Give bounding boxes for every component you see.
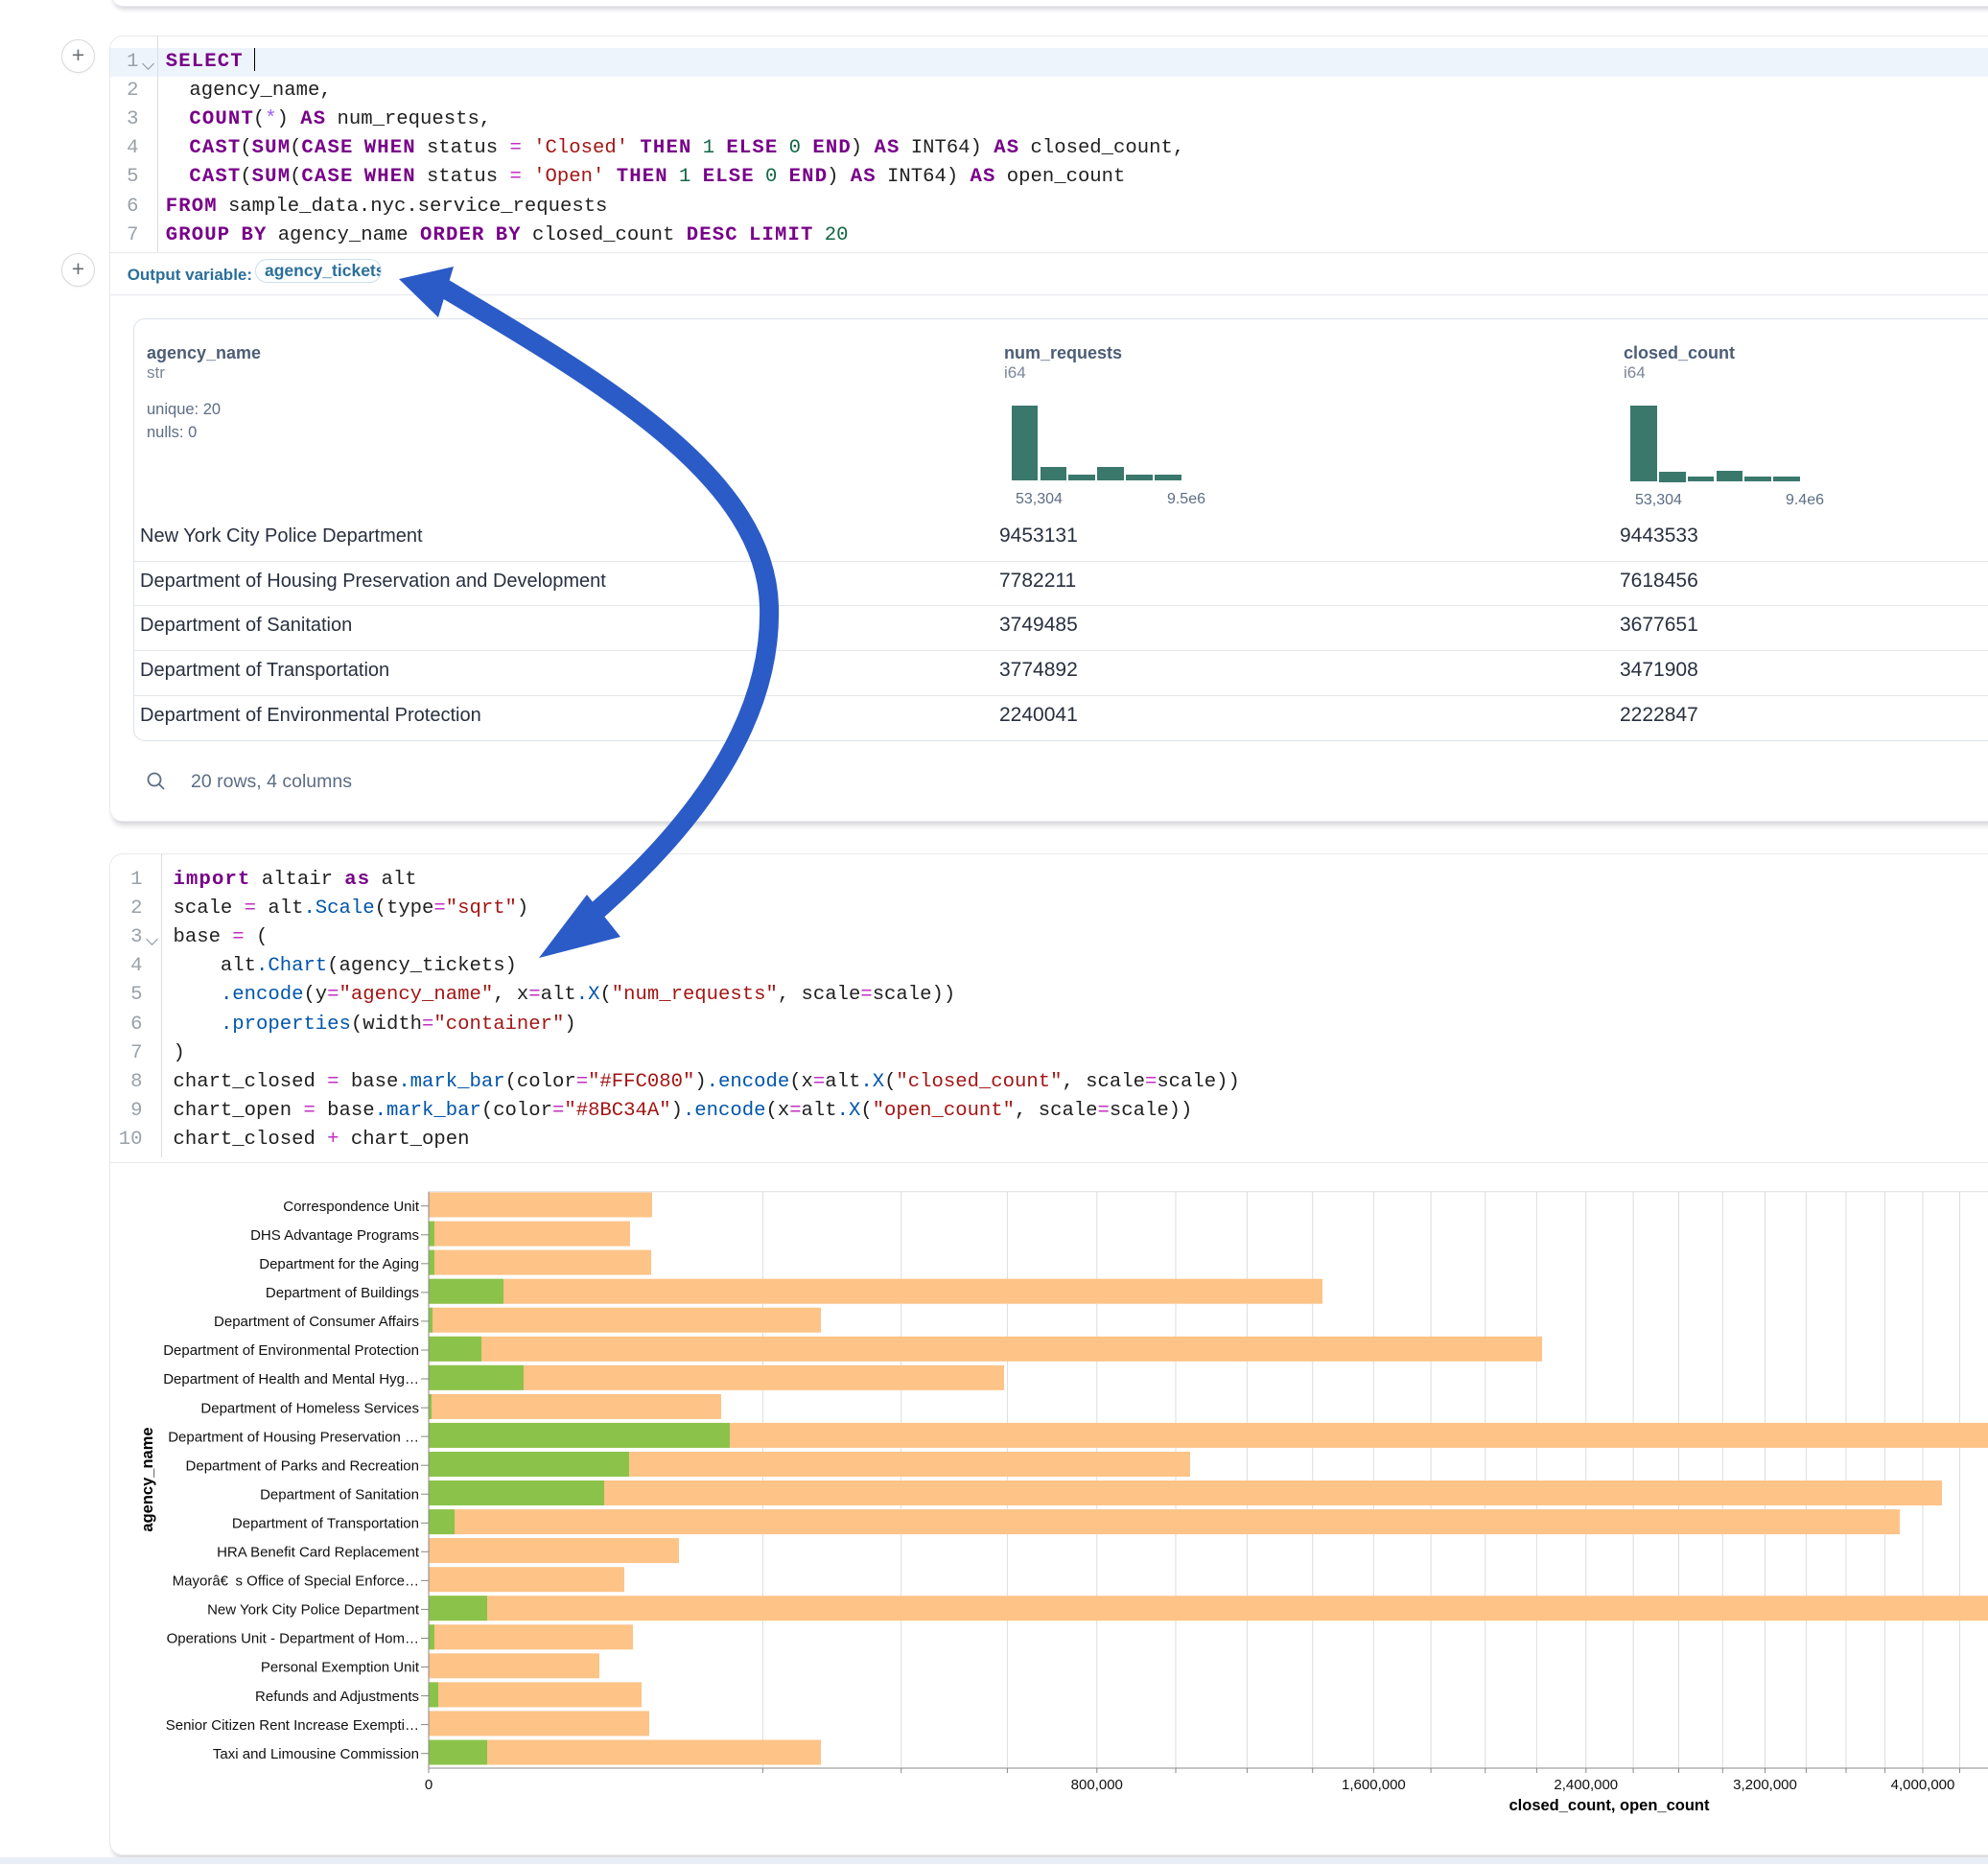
svg-text:closed_count, open_count: closed_count, open_count xyxy=(1509,1797,1710,1814)
svg-text:Department of Buildings: Department of Buildings xyxy=(266,1285,419,1301)
svg-text:Taxi and Limousine Commission: Taxi and Limousine Commission xyxy=(213,1746,419,1762)
svg-text:1,600,000: 1,600,000 xyxy=(1342,1777,1406,1793)
svg-text:3,200,000: 3,200,000 xyxy=(1733,1777,1797,1793)
svg-text:Operations Unit - Department o: Operations Unit - Department of Hom… xyxy=(167,1631,419,1647)
svg-text:800,000: 800,000 xyxy=(1071,1777,1123,1793)
svg-text:4,000,000: 4,000,000 xyxy=(1891,1777,1955,1793)
svg-text:Department of Housing Preserva: Department of Housing Preservation … xyxy=(168,1429,419,1445)
svg-text:Department of Environmental Pr: Department of Environmental Protection xyxy=(163,1342,419,1359)
svg-text:Senior Citizen Rent Increase E: Senior Citizen Rent Increase Exempti… xyxy=(166,1717,419,1734)
svg-text:HRA Benefit Card Replacement: HRA Benefit Card Replacement xyxy=(217,1545,420,1561)
svg-text:Correspondence Unit: Correspondence Unit xyxy=(283,1199,420,1215)
svg-text:DHS Advantage Programs: DHS Advantage Programs xyxy=(250,1227,419,1244)
svg-text:Department of Consumer Affairs: Department of Consumer Affairs xyxy=(214,1314,419,1330)
svg-text:Department of Sanitation: Department of Sanitation xyxy=(260,1486,419,1503)
svg-text:2,400,000: 2,400,000 xyxy=(1554,1777,1618,1793)
svg-text:Department of Health and Menta: Department of Health and Mental Hyg… xyxy=(163,1371,419,1387)
svg-text:Department of Transportation: Department of Transportation xyxy=(232,1516,419,1532)
svg-text:agency_name: agency_name xyxy=(139,1427,156,1531)
svg-text:0: 0 xyxy=(425,1777,433,1793)
svg-text:Personal Exemption Unit: Personal Exemption Unit xyxy=(261,1660,420,1676)
svg-text:Refunds and Adjustments: Refunds and Adjustments xyxy=(255,1689,419,1705)
svg-text:Department of Homeless Service: Department of Homeless Services xyxy=(200,1400,419,1416)
svg-text:Department of Parks and Recrea: Department of Parks and Recreation xyxy=(186,1457,419,1474)
svg-text:New York City Police Departmen: New York City Police Department xyxy=(207,1602,420,1619)
svg-text:Department for the Aging: Department for the Aging xyxy=(259,1256,419,1272)
svg-text:Mayorâ€ s Office of Special En: Mayorâ€ s Office of Special Enforce… xyxy=(173,1574,419,1590)
